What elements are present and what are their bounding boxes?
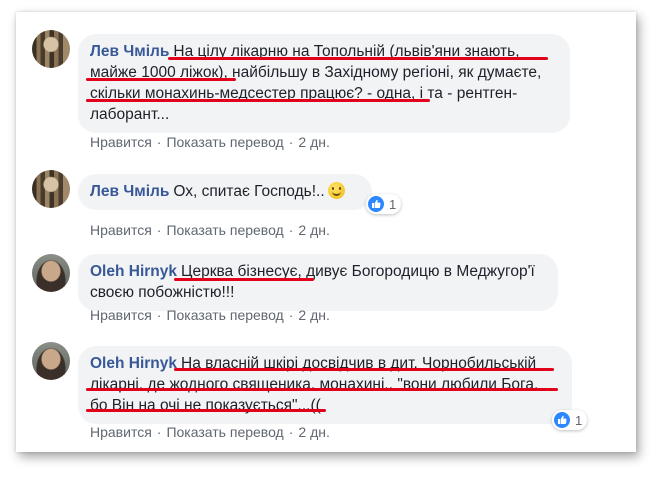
highlight-underline — [174, 278, 314, 281]
highlight-underline — [86, 409, 326, 412]
comment-actions: Нравится · Показать перевод · 2 дн. — [90, 307, 330, 323]
highlight-underline — [86, 78, 236, 81]
show-translation-link[interactable]: Показать перевод — [166, 307, 283, 323]
avatar[interactable] — [32, 342, 70, 380]
comment-timestamp[interactable]: 2 дн. — [298, 307, 329, 323]
comment-text: Ох, спитає Господь!.. — [173, 183, 325, 200]
comment-text-line: лаборант... — [90, 106, 170, 123]
smile-emoji-icon — [327, 182, 345, 199]
highlight-underline — [174, 368, 554, 371]
like-reaction-icon — [554, 412, 570, 428]
show-translation-link[interactable]: Показать перевод — [166, 424, 283, 440]
like-link[interactable]: Нравится — [90, 307, 152, 323]
comment-timestamp[interactable]: 2 дн. — [298, 134, 329, 150]
like-link[interactable]: Нравится — [90, 222, 152, 238]
reaction-count-badge[interactable]: 1 — [366, 194, 402, 214]
avatar[interactable] — [32, 254, 70, 292]
comment-timestamp[interactable]: 2 дн. — [298, 222, 329, 238]
like-link[interactable]: Нравится — [90, 424, 152, 440]
like-reaction-icon — [368, 196, 384, 212]
comment-bubble: Oleh Hirnyk На власній шкірі досвідчив в … — [78, 346, 572, 424]
comments-panel: Лев Чміль На цілу лікарню на Топольній (л… — [16, 12, 636, 452]
avatar[interactable] — [32, 30, 70, 68]
show-translation-link[interactable]: Показать перевод — [166, 222, 283, 238]
highlight-underline — [168, 57, 548, 60]
reaction-count: 1 — [575, 412, 583, 428]
comment-actions: Нравится · Показать перевод · 2 дн. — [90, 424, 330, 440]
comment-author[interactable]: Лев Чміль — [90, 183, 169, 200]
highlight-underline — [86, 99, 430, 102]
comment-bubble: Oleh Hirnyk Церква бізнесує, дивує Богоро… — [78, 254, 558, 311]
comment-author[interactable]: Oleh Hirnyk — [90, 263, 177, 280]
comment-bubble: Лев Чміль Ох, спитає Господь!.. — [78, 174, 372, 210]
comment-author[interactable]: Лев Чміль — [90, 43, 169, 60]
comment-text-line: своєю побожністю!!! — [90, 284, 235, 301]
show-translation-link[interactable]: Показать перевод — [166, 134, 283, 150]
reaction-count-badge[interactable]: 1 — [552, 410, 588, 430]
reaction-count: 1 — [389, 196, 397, 212]
comment-timestamp[interactable]: 2 дн. — [298, 424, 329, 440]
comment-actions: Нравится · Показать перевод · 2 дн. — [90, 222, 330, 238]
highlight-underline — [86, 388, 558, 391]
comment-actions: Нравится · Показать перевод · 2 дн. — [90, 134, 330, 150]
avatar[interactable] — [32, 170, 70, 208]
like-link[interactable]: Нравится — [90, 134, 152, 150]
comment-author[interactable]: Oleh Hirnyk — [90, 355, 177, 372]
comment-bubble: Лев Чміль На цілу лікарню на Топольній (л… — [78, 34, 570, 133]
